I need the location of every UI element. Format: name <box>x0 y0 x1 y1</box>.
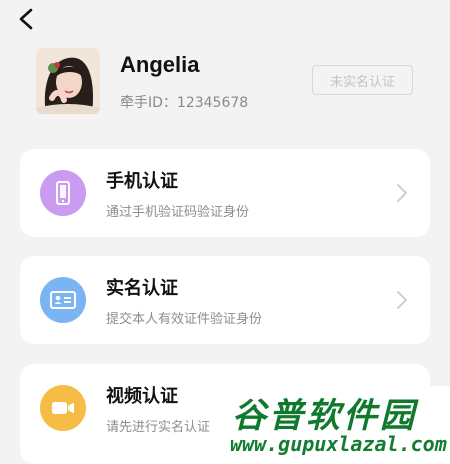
back-button[interactable] <box>10 2 44 36</box>
card-icon-wrap <box>40 277 86 323</box>
card-description: 提交本人有效证件验证身份 <box>106 312 263 327</box>
card-description: 通过手机验证码验证身份 <box>106 205 250 220</box>
watermark-title: 谷普软件园 <box>232 396 417 436</box>
chevron-right-icon <box>394 181 410 205</box>
user-avatar <box>36 48 100 114</box>
chevron-left-icon <box>19 8 33 30</box>
card-phone-verify[interactable]: 手机认证 通过手机验证码验证身份 <box>20 149 430 237</box>
video-camera-icon <box>52 402 74 414</box>
card-icon-wrap <box>40 385 86 431</box>
chevron-right-icon <box>394 288 410 312</box>
card-title: 手机认证 <box>106 171 178 192</box>
card-description: 请先进行实名认证 <box>106 420 211 435</box>
phone-icon <box>56 181 70 205</box>
card-title: 实名认证 <box>106 278 178 299</box>
verification-screen: Angelia 牵手ID：12345678 未实名认证 手机认证 通过手机验证码… <box>0 0 450 464</box>
card-icon-wrap <box>40 170 86 216</box>
card-title: 视频认证 <box>106 386 178 407</box>
id-card-icon <box>50 291 76 309</box>
avatar[interactable] <box>36 48 100 114</box>
user-name: Angelia <box>120 52 200 77</box>
unverified-badge[interactable]: 未实名认证 <box>312 65 413 95</box>
site-watermark: 谷普软件园 www.gupuxlazal.com <box>224 386 450 464</box>
card-realname-verify[interactable]: 实名认证 提交本人有效证件验证身份 <box>20 256 430 344</box>
profile-section: Angelia 牵手ID：12345678 未实名认证 <box>0 40 450 130</box>
watermark-url: www.gupuxlazal.com <box>230 432 447 456</box>
user-id: 牵手ID：12345678 <box>120 95 249 111</box>
